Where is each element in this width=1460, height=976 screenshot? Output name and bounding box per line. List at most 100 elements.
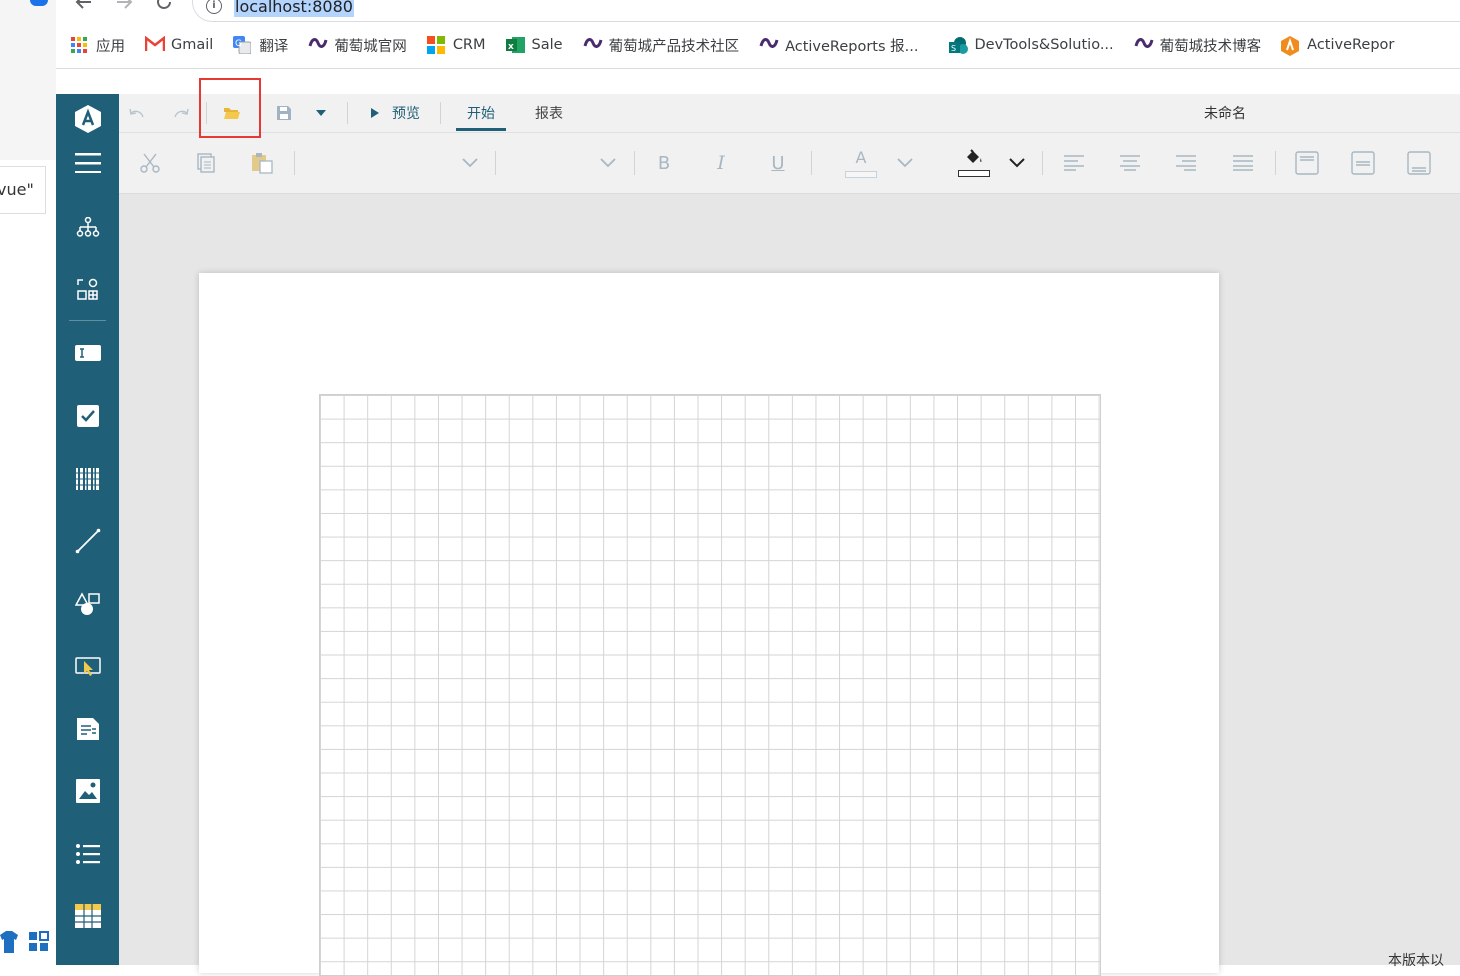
fill-color-dropdown[interactable]: [1005, 133, 1029, 193]
bookmark-translate[interactable]: G 翻译: [233, 35, 288, 56]
preview-label: 预览: [392, 106, 420, 122]
tool-checkbox[interactable]: [56, 396, 119, 436]
grapecity-icon: [308, 36, 328, 54]
sidebar-components[interactable]: [56, 270, 119, 310]
align-justify-icon: [1233, 155, 1253, 171]
paste-icon: [252, 153, 273, 174]
align-justify-button[interactable]: [1229, 133, 1257, 193]
textbox-icon: [74, 345, 101, 361]
bookmark-apps[interactable]: 应用: [70, 35, 125, 56]
bookmark-activereports[interactable]: ActiveReports 报...: [759, 35, 919, 56]
font-size-select[interactable]: [500, 133, 630, 193]
shirt-icon: [0, 931, 18, 953]
align-right-button[interactable]: [1172, 133, 1200, 193]
toolbar-divider: [440, 102, 441, 124]
tool-line[interactable]: [56, 521, 119, 561]
toolbar-divider: [495, 151, 496, 175]
caret-down-icon: [316, 110, 326, 116]
hamburger-icon: [74, 153, 101, 173]
sidebar-divider: [69, 320, 106, 321]
save-button[interactable]: [272, 94, 296, 132]
bold-button[interactable]: B: [650, 133, 678, 193]
reload-button[interactable]: [152, 0, 176, 16]
tool-image[interactable]: [56, 771, 119, 811]
microsoft-icon: [426, 36, 445, 54]
save-dropdown-button[interactable]: [312, 94, 330, 132]
valign-bottom-button[interactable]: [1404, 133, 1434, 193]
scissors-icon: [140, 153, 160, 173]
apps-grid-icon: [70, 36, 88, 54]
bookmark-grapecity-blog[interactable]: 葡萄城技术博客: [1134, 35, 1261, 56]
list-icon: [75, 844, 100, 864]
arrow-right-icon: [117, 0, 133, 9]
cut-button[interactable]: [137, 133, 163, 193]
shapes-icon: [74, 592, 100, 615]
underline-label: U: [771, 152, 785, 174]
widgets-icon: [29, 931, 49, 951]
excel-icon: x: [505, 36, 525, 54]
address-text[interactable]: localhost:8080: [234, 0, 354, 17]
app-logo-button[interactable]: [56, 99, 119, 139]
bookmark-grapecity-community[interactable]: 葡萄城产品技术社区: [583, 35, 739, 56]
preview-button[interactable]: 预览: [360, 94, 430, 132]
align-center-icon: [1120, 155, 1140, 171]
redo-button[interactable]: [170, 94, 192, 132]
bookmark-sale[interactable]: x Sale: [505, 36, 563, 54]
bookmark-label: 翻译: [259, 38, 289, 55]
tool-textbox[interactable]: [56, 333, 119, 373]
font-color-button[interactable]: A: [843, 133, 879, 193]
tool-table[interactable]: [56, 896, 119, 936]
bookmark-devtools[interactable]: S DevTools&Solutio...: [948, 36, 1114, 54]
toolbar-divider: [1275, 151, 1276, 175]
tab-report[interactable]: 报表: [524, 94, 574, 132]
bookmark-grapecity[interactable]: 葡萄城官网: [308, 35, 407, 56]
copy-button[interactable]: [193, 133, 219, 193]
paste-button[interactable]: [249, 133, 275, 193]
sidebar-report-explorer[interactable]: [56, 207, 119, 247]
bookmark-label: ActiveReports 报...: [785, 38, 919, 55]
bookmark-label: Sale: [531, 37, 563, 53]
valign-middle-button[interactable]: [1348, 133, 1378, 193]
underline-button[interactable]: U: [764, 133, 792, 193]
background-window-tab[interactable]: vue": [0, 166, 46, 214]
font-color-dropdown[interactable]: [893, 133, 917, 193]
toolbar-divider: [1042, 151, 1043, 175]
font-color-label: A: [855, 147, 867, 167]
status-text: 本版本以: [1388, 950, 1444, 970]
bookmark-label: 葡萄城官网: [334, 38, 407, 55]
undo-icon: [129, 108, 144, 118]
font-family-select[interactable]: [300, 133, 490, 193]
checkbox-icon: [76, 405, 99, 427]
bookmark-crm[interactable]: CRM: [426, 36, 486, 54]
italic-button[interactable]: I: [707, 133, 735, 193]
italic-label: I: [717, 152, 725, 174]
menu-button[interactable]: [56, 143, 119, 183]
undo-button[interactable]: [126, 94, 148, 132]
align-right-icon: [1176, 155, 1196, 171]
arrow-left-icon: [75, 0, 91, 9]
align-left-button[interactable]: [1060, 133, 1088, 193]
bookmark-gmail[interactable]: Gmail: [144, 35, 213, 54]
tool-richtext[interactable]: [56, 709, 119, 749]
background-window-taskbar: [0, 925, 56, 965]
paint-bucket-icon: [967, 149, 982, 163]
tool-barcode[interactable]: [56, 459, 119, 499]
report-body-grid[interactable]: [319, 394, 1101, 976]
back-button[interactable]: [72, 0, 96, 16]
chevron-down-icon: [462, 158, 478, 168]
address-bar[interactable]: [192, 0, 1460, 22]
tool-shape[interactable]: [56, 584, 119, 624]
fill-color-button[interactable]: [956, 133, 992, 193]
forward-button[interactable]: [112, 0, 136, 16]
play-icon: [371, 108, 379, 118]
activereports-logo-icon: [74, 105, 101, 133]
tool-list[interactable]: [56, 834, 119, 874]
font-color-swatch: [845, 170, 877, 178]
svg-text:S: S: [951, 44, 956, 53]
tool-input-field[interactable]: [56, 646, 119, 686]
align-center-button[interactable]: [1116, 133, 1144, 193]
valign-top-button[interactable]: [1292, 133, 1322, 193]
bookmark-activereports-site[interactable]: ActiveRepor: [1281, 36, 1394, 56]
tab-home[interactable]: 开始: [456, 94, 506, 132]
background-window-header: [0, 0, 56, 160]
